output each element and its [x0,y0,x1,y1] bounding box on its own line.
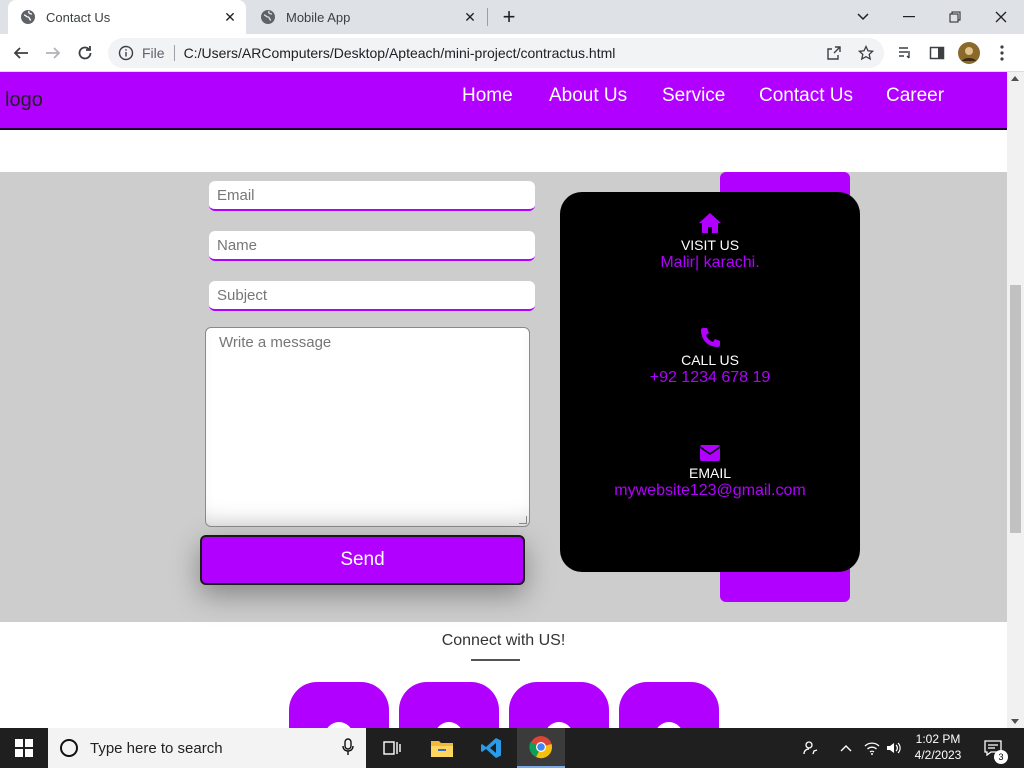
globe-icon [261,10,275,24]
task-view-icon[interactable] [368,728,416,768]
microphone-icon[interactable] [342,738,354,756]
subject-placeholder: Subject [217,287,268,304]
visit-us-label: VISIT US [680,237,740,253]
minimize-icon[interactable] [886,0,932,34]
url-text: C:/Users/ARComputers/Desktop/Apteach/min… [183,45,616,61]
clock-date: 4/2/2023 [914,748,962,762]
taskbar-search-box[interactable]: Type here to search [48,728,366,768]
tab-search-icon[interactable] [840,0,886,34]
notification-count-badge: 3 [994,750,1008,764]
nav-link-career[interactable]: Career [886,85,944,107]
email-field[interactable]: Email [209,181,535,211]
message-textarea[interactable]: Write a message [205,327,530,527]
people-icon[interactable] [798,728,824,768]
email-label: EMAIL [688,465,731,481]
restore-icon[interactable] [932,0,978,34]
phone-icon [701,328,720,347]
contact-info-card: VISIT US Malir| karachi. CALL US +92 123… [560,192,860,572]
visit-us-value: Malir| karachi. [660,254,760,271]
connect-underline [471,659,520,661]
page-viewport: logo Home About Us Service Contact Us Ca… [0,72,1007,728]
vscode-icon[interactable] [467,728,515,768]
info-icon[interactable] [118,45,134,61]
system-clock[interactable]: 1:02 PM 4/2/2023 [906,731,970,763]
tab-separator [487,8,488,26]
back-icon[interactable] [8,40,34,66]
chrome-taskbar-icon[interactable] [517,728,565,768]
tab-title: Mobile App [286,9,351,25]
browser-tab-strip: Contact Us ✕ Mobile App ✕ + [0,0,1024,34]
close-tab-icon[interactable]: ✕ [220,7,240,27]
browser-toolbar: File C:/Users/ARComputers/Desktop/Apteac… [0,34,1024,72]
tab-mobile-app[interactable]: Mobile App ✕ [248,0,486,34]
scrollbar-thumb[interactable] [1010,285,1021,533]
windows-taskbar: Type here to search 1:02 PM 4/2/2023 3 [0,728,1024,768]
wifi-icon[interactable] [862,728,882,768]
visit-us-block: VISIT US Malir| karachi. [560,212,860,272]
name-field[interactable]: Name [209,231,535,261]
clock-time: 1:02 PM [915,732,961,746]
subject-field[interactable]: Subject [209,281,535,311]
social-button-4[interactable] [619,682,719,728]
url-separator [173,45,175,61]
social-button-3[interactable] [509,682,609,728]
social-button-2[interactable] [399,682,499,728]
call-us-value: +92 1234 678 19 [649,369,771,386]
email-block: EMAIL mywebsite123@gmail.com [560,444,860,500]
message-placeholder: Write a message [219,334,332,351]
email-value[interactable]: mywebsite123@gmail.com [560,482,860,500]
nav-link-contact-us[interactable]: Contact Us [759,85,853,107]
send-button[interactable]: Send [200,535,525,585]
search-icon [60,739,78,757]
envelope-icon [699,445,721,461]
resize-handle[interactable] [519,516,527,524]
file-explorer-icon[interactable] [418,728,466,768]
side-panel-icon[interactable] [924,40,950,66]
home-icon [699,213,721,233]
call-us-block: CALL US +92 1234 678 19 [560,327,860,387]
bookmark-star-icon[interactable] [853,40,879,66]
nav-link-home[interactable]: Home [462,85,513,107]
chrome-menu-icon[interactable] [989,40,1015,66]
taskbar-search-placeholder: Type here to search [90,739,223,757]
volume-icon[interactable] [884,728,904,768]
page-scrollbar[interactable] [1007,72,1024,728]
show-hidden-icons-icon[interactable] [836,728,856,768]
reading-list-icon[interactable] [892,40,918,66]
address-bar[interactable]: File C:/Users/ARComputers/Desktop/Apteac… [108,38,884,68]
email-placeholder: Email [217,187,255,204]
windows-start-icon[interactable] [0,728,48,768]
call-us-label: CALL US [681,352,739,368]
forward-icon[interactable] [40,40,66,66]
connect-heading: Connect with US! [441,632,566,649]
reload-icon[interactable] [72,40,98,66]
scroll-down-icon[interactable] [1011,719,1019,724]
nav-link-service[interactable]: Service [662,85,725,107]
site-logo[interactable]: logo [5,89,43,112]
close-tab-icon[interactable]: ✕ [460,7,480,27]
globe-icon [21,10,35,24]
nav-link-about-us[interactable]: About Us [549,85,627,107]
tab-contact-us[interactable]: Contact Us ✕ [8,0,246,34]
url-scheme: File [142,45,165,61]
profile-avatar[interactable] [956,40,982,66]
name-placeholder: Name [217,237,258,254]
send-button-label: Send [340,549,385,570]
site-navbar: logo Home About Us Service Contact Us Ca… [0,72,1007,130]
close-window-icon[interactable] [978,0,1024,34]
social-button-1[interactable] [289,682,389,728]
tab-title: Contact Us [46,9,111,25]
share-icon[interactable] [821,40,847,66]
new-tab-icon[interactable]: + [498,4,520,29]
scroll-up-icon[interactable] [1011,76,1019,81]
